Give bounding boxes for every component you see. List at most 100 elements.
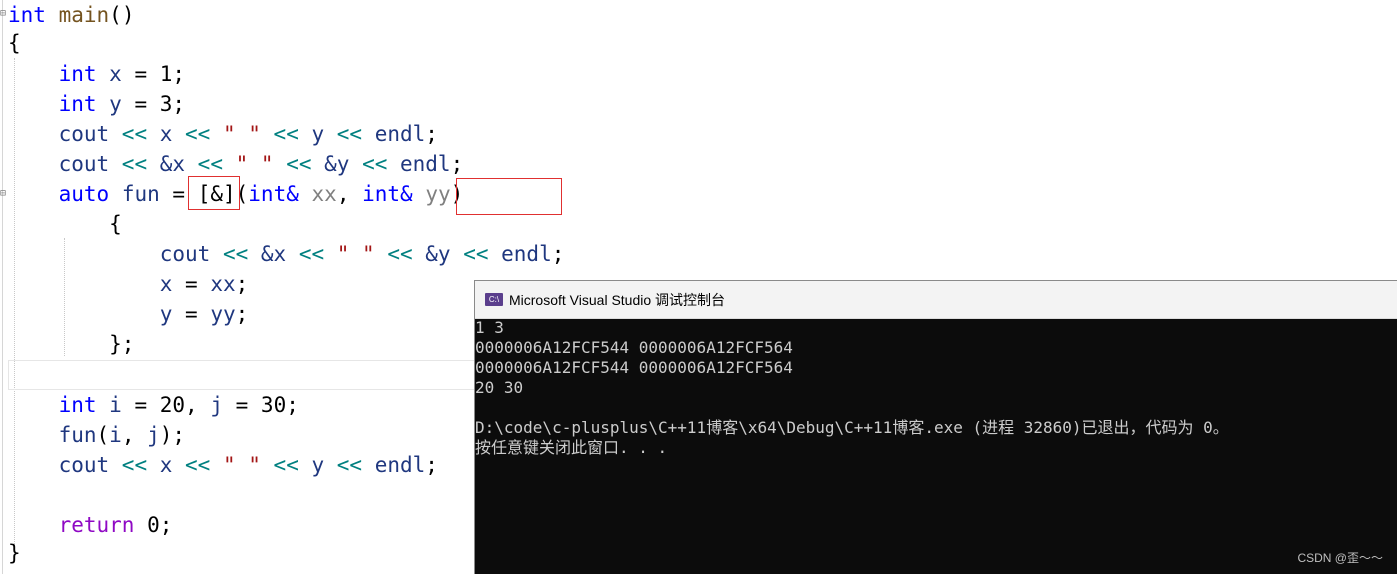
code-line-14[interactable]: int i = 20, j = 30; xyxy=(8,390,299,420)
identifier: cout xyxy=(58,152,110,176)
semicolon: ; xyxy=(450,152,464,176)
variable: i xyxy=(109,393,122,417)
code-text: ); xyxy=(159,423,186,447)
parameter: xx xyxy=(311,182,337,206)
brace: }; xyxy=(109,332,135,356)
keyword: int xyxy=(8,3,46,27)
empty-highlight-box xyxy=(456,178,562,215)
identifier: endl xyxy=(501,242,552,266)
code-text: () xyxy=(109,3,135,27)
console-line: 20 30 xyxy=(475,378,524,397)
identifier: endl xyxy=(374,122,426,146)
variable: x xyxy=(159,272,173,296)
code-line-19[interactable]: } xyxy=(8,538,21,568)
operator: << xyxy=(185,152,236,176)
gutter-line xyxy=(2,0,3,574)
collapse-toggle-icon[interactable]: ⊟ xyxy=(0,9,8,19)
code-line-2[interactable]: { xyxy=(8,28,21,58)
keyword: int xyxy=(58,393,97,417)
code-text: = xyxy=(172,302,211,326)
console-title: Microsoft Visual Studio 调试控制台 xyxy=(509,291,726,308)
collapse-toggle-icon[interactable]: ⊟ xyxy=(0,189,8,199)
debug-console-window[interactable]: C:\ Microsoft Visual Studio 调试控制台 1 3 00… xyxy=(474,280,1397,574)
code-text: = xyxy=(172,272,211,296)
keyword: int xyxy=(58,92,97,116)
code-line-6[interactable]: cout << &x << " " << &y << endl; xyxy=(8,149,464,179)
variable: &y xyxy=(324,152,350,176)
variable: y xyxy=(311,453,325,477)
code-text: , xyxy=(121,423,148,447)
variable: &x xyxy=(260,242,287,266)
code-line-5[interactable]: cout << x << " " << y << endl; xyxy=(8,119,438,149)
parameter: yy xyxy=(425,182,451,206)
code-text: ( xyxy=(96,423,110,447)
operator: << xyxy=(349,152,400,176)
keyword: int& xyxy=(248,182,299,206)
variable: x xyxy=(109,62,122,86)
keyword: int& xyxy=(362,182,413,206)
code-line-16[interactable]: cout << x << " " << y << endl; xyxy=(8,450,438,480)
variable: fun xyxy=(121,182,160,206)
variable: y xyxy=(159,302,173,326)
brace: { xyxy=(8,31,21,55)
variable: x xyxy=(159,122,173,146)
string-literal: " " xyxy=(222,122,261,146)
operator: << xyxy=(260,453,312,477)
operator: << xyxy=(109,122,160,146)
code-line-15[interactable]: fun(i, j); xyxy=(8,420,186,450)
variable: y xyxy=(311,122,325,146)
code-line-4[interactable]: int y = 3; xyxy=(8,89,185,119)
console-line: 0000006A12FCF544 0000006A12FCF564 xyxy=(475,338,793,357)
code-line-8[interactable]: { xyxy=(8,209,122,239)
semicolon: ; xyxy=(235,272,249,296)
semicolon: ; xyxy=(425,453,438,477)
code-line-12[interactable]: }; xyxy=(8,329,134,359)
code-line-9[interactable]: cout << &x << " " << &y << endl; xyxy=(8,239,565,269)
identifier: endl xyxy=(400,152,451,176)
code-line-10[interactable]: x = xx; xyxy=(8,269,249,299)
operator: << xyxy=(172,453,223,477)
keyword: return xyxy=(58,513,135,537)
string-literal: " " xyxy=(222,453,261,477)
console-output[interactable]: 1 3 0000006A12FCF544 0000006A12FCF564 00… xyxy=(475,318,1397,574)
code-line-11[interactable]: y = yy; xyxy=(8,299,249,329)
string-literal: " " xyxy=(235,152,274,176)
identifier: endl xyxy=(374,453,426,477)
code-text: 0; xyxy=(134,513,173,537)
console-app-icon: C:\ xyxy=(485,293,503,306)
console-line: D:\code\c-plusplus\C++11博客\x64\Debug\C++… xyxy=(475,418,1229,437)
current-line-highlight xyxy=(8,360,479,390)
code-line-18[interactable]: return 0; xyxy=(8,510,173,540)
console-line: 1 3 xyxy=(475,318,504,337)
operator: << xyxy=(450,242,502,266)
console-titlebar[interactable]: C:\ Microsoft Visual Studio 调试控制台 xyxy=(475,281,1397,319)
function-name: main xyxy=(58,3,110,27)
identifier: cout xyxy=(58,453,110,477)
semicolon: ; xyxy=(425,122,438,146)
code-line-1[interactable]: int main() xyxy=(8,0,134,30)
brace: } xyxy=(8,541,21,565)
console-line: 按任意键关闭此窗口. . . xyxy=(475,438,668,457)
brace: { xyxy=(109,212,122,236)
variable: &y xyxy=(425,242,451,266)
code-text: , xyxy=(336,182,363,206)
operator: << xyxy=(172,122,223,146)
variable: j xyxy=(210,393,223,417)
operator: << xyxy=(109,453,160,477)
console-line: 0000006A12FCF544 0000006A12FCF564 xyxy=(475,358,793,377)
operator: << xyxy=(273,152,325,176)
variable: yy xyxy=(210,302,236,326)
variable: y xyxy=(109,92,122,116)
variable: x xyxy=(159,453,173,477)
identifier: cout xyxy=(159,242,211,266)
code-line-3[interactable]: int x = 1; xyxy=(8,59,185,89)
capture-highlight-box xyxy=(188,176,240,210)
code-text: = 3; xyxy=(121,92,186,116)
operator: << xyxy=(109,152,160,176)
operator: << xyxy=(324,453,375,477)
operator: << xyxy=(324,122,375,146)
variable: &x xyxy=(159,152,186,176)
variable: j xyxy=(147,423,160,447)
identifier: cout xyxy=(58,122,110,146)
